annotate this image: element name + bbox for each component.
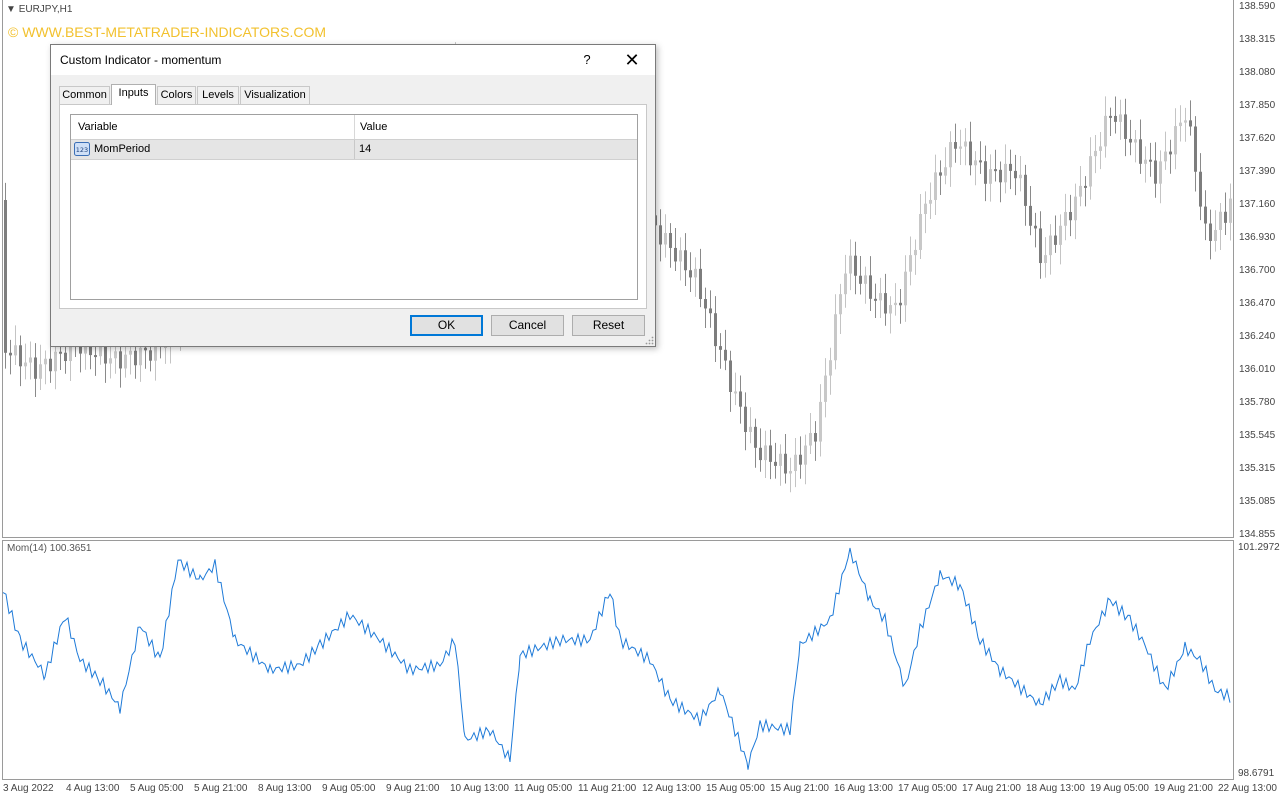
reset-button[interactable]: Reset [572,315,645,336]
column-header-value[interactable]: Value [360,121,387,133]
grid-header: Variable Value [71,115,637,140]
close-icon[interactable]: ✕ [617,48,647,72]
inputs-panel: Variable Value 123 MomPeriod 14 [59,104,647,309]
time-tick-label: 9 Aug 05:00 [322,783,376,794]
tab-levels[interactable]: Levels [197,86,239,104]
time-tick-label: 9 Aug 21:00 [386,783,440,794]
tab-common[interactable]: Common [59,86,110,104]
time-tick-label: 18 Aug 13:00 [1026,783,1085,794]
momentum-polyline [2,547,1231,770]
time-tick-label: 11 Aug 05:00 [514,783,573,794]
tab-inputs[interactable]: Inputs [111,84,156,105]
time-tick-label: 3 Aug 2022 [3,783,54,794]
variable-name: MomPeriod [94,143,151,155]
time-tick-label: 4 Aug 13:00 [66,783,120,794]
indicator-label: Mom(14) 100.3651 [7,543,92,554]
tab-visualization[interactable]: Visualization [240,86,310,104]
dialog-titlebar[interactable]: Custom Indicator - momentum ? ✕ [51,45,655,75]
cancel-button[interactable]: Cancel [491,315,564,336]
time-tick-label: 5 Aug 21:00 [194,783,248,794]
time-tick-label: 15 Aug 05:00 [706,783,765,794]
ok-button[interactable]: OK [410,315,483,336]
svg-text:123: 123 [76,146,88,154]
time-tick-label: 10 Aug 13:00 [450,783,509,794]
inputs-grid: Variable Value 123 MomPeriod 14 [70,114,638,300]
time-tick-label: 5 Aug 05:00 [130,783,184,794]
time-tick-label: 22 Aug 13:00 [1218,783,1277,794]
indicator-axis-bottom: 98.6791 [1238,768,1275,779]
numeric-parameter-icon: 123 [74,142,90,156]
time-tick-label: 17 Aug 21:00 [962,783,1021,794]
time-tick-label: 19 Aug 05:00 [1090,783,1149,794]
resize-grip-icon[interactable] [644,335,654,345]
dialog-title: Custom Indicator - momentum [60,53,222,67]
time-tick-label: 8 Aug 13:00 [258,783,312,794]
tab-colors[interactable]: Colors [157,86,196,104]
time-tick-label: 16 Aug 13:00 [834,783,893,794]
help-button[interactable]: ? [575,48,599,72]
custom-indicator-dialog: Custom Indicator - momentum ? ✕ Common I… [50,44,656,347]
time-tick-label: 12 Aug 13:00 [642,783,701,794]
value-field[interactable]: 14 [359,143,371,155]
time-tick-label: 11 Aug 21:00 [578,783,637,794]
time-tick-label: 17 Aug 05:00 [898,783,957,794]
time-tick-label: 15 Aug 21:00 [770,783,829,794]
time-tick-label: 19 Aug 21:00 [1154,783,1213,794]
column-header-variable[interactable]: Variable [78,121,118,133]
indicator-axis-top: 101.2972 [1238,542,1280,553]
table-row[interactable]: 123 MomPeriod 14 [71,140,637,160]
